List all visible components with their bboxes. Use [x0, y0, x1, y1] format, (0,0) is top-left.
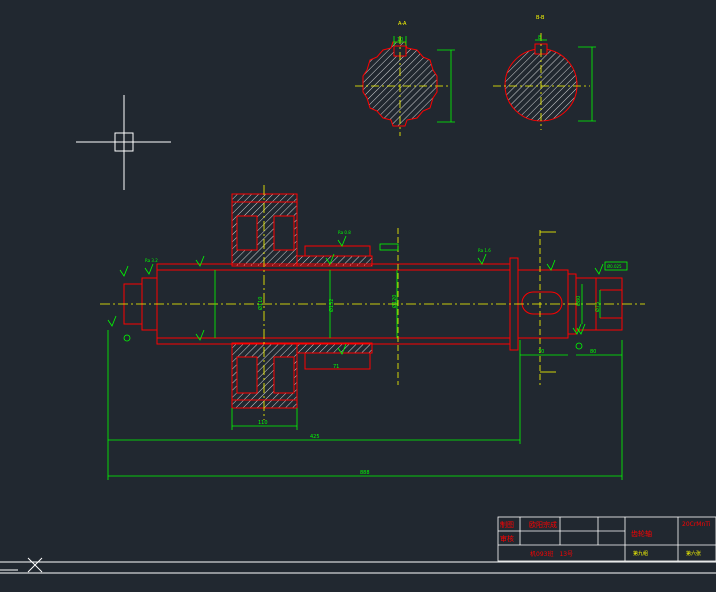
diameter-label-3: Ø120: [391, 295, 398, 308]
roughness-label-2: Ra 1.6: [478, 248, 491, 253]
title-check-label: 审核: [500, 534, 514, 543]
tolerance-note: Ø0.025: [607, 264, 622, 269]
main-shaft-view[interactable]: Ø110 Ø132 Ø120 Ø80 Ø75 Ra 3.2 Ra 1.6 Ra …: [100, 185, 645, 480]
keyway-right: [521, 291, 563, 315]
diameter-label-2: Ø132: [328, 299, 335, 312]
datum-marker-a: [123, 334, 131, 342]
title-part-name: 齿轮轴: [631, 529, 652, 538]
dim-text-70: 70: [538, 349, 544, 355]
dim-text-80: 80: [590, 349, 596, 355]
roughness-label-1: Ra 3.2: [145, 258, 158, 263]
ucs-cross-icon: [0, 557, 43, 573]
title-class-info: 机093班 13号: [530, 550, 573, 558]
tolerance-frame-1: [379, 243, 399, 251]
dim-text-110: 110: [258, 420, 268, 426]
datum-marker-b: [575, 342, 583, 350]
section-a-a-label: A-A: [398, 21, 407, 27]
dim-text-71: 71: [333, 364, 339, 370]
title-sheet: 第六张: [686, 550, 701, 557]
cad-drawing-canvas[interactable]: A-A 10 B-B 8 Ø110 Ø132 Ø120 Ø80 Ø75 Ra 3…: [0, 0, 716, 592]
title-drawn-label: 制图: [500, 520, 514, 529]
diameter-label-1: Ø110: [257, 297, 264, 310]
section-b-b-label: B-B: [536, 15, 545, 21]
crosshair-cursor-icon: [76, 95, 171, 190]
keyway-dim-text-left: 10: [397, 37, 403, 43]
title-block[interactable]: 制图 欧阳宗成 审核 齿轮轴 20CrMnTi 机093班 13号 第九组 第六…: [497, 516, 716, 562]
diameter-label-5: Ø75: [594, 302, 601, 312]
gear-lower: [231, 342, 298, 409]
title-scale: 第九组: [633, 550, 648, 557]
diameter-label-4: Ø80: [575, 296, 582, 306]
shaft-right-section: [517, 269, 569, 339]
section-a-a[interactable]: A-A 10: [355, 21, 455, 136]
title-drawn-name: 欧阳宗成: [529, 520, 557, 529]
keyway-dim-text-right: 8: [538, 35, 541, 41]
roughness-symbols: [107, 235, 604, 355]
gear-upper: [231, 193, 298, 267]
title-material: 20CrMnTi: [682, 521, 711, 528]
dim-text-425: 425: [310, 434, 320, 440]
dim-text-888: 888: [360, 470, 370, 476]
roughness-label-3: Ra 0.8: [338, 230, 351, 235]
section-b-b[interactable]: B-B 8: [493, 15, 596, 130]
key-upper: [304, 245, 371, 257]
